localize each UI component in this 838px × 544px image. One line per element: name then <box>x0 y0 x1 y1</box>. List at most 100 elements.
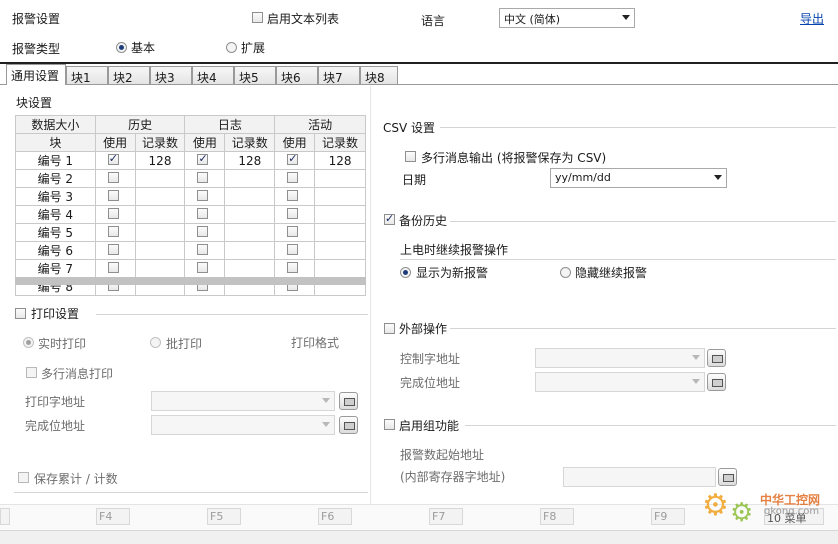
print-realtime-radio[interactable] <box>23 337 34 348</box>
history-records-cell[interactable] <box>134 223 186 242</box>
date-format-select[interactable]: yy/mm/dd <box>550 168 727 188</box>
control-addr-picker-button[interactable] <box>707 349 726 367</box>
print-done-addr-select[interactable] <box>151 415 335 435</box>
table-scrollbar[interactable] <box>15 277 366 285</box>
log-use-checkbox[interactable] <box>197 262 209 273</box>
history-records-cell[interactable] <box>134 187 186 206</box>
tab-block7[interactable]: 块7 <box>318 66 360 85</box>
active-records-cell[interactable]: 128 <box>314 151 366 170</box>
print-multiline-label: 多行消息打印 <box>41 367 114 381</box>
active-records-cell[interactable] <box>314 205 366 224</box>
fkey-f5[interactable]: F5 <box>207 508 241 525</box>
history-use-checkbox[interactable] <box>107 244 119 255</box>
active-use-checkbox[interactable] <box>287 152 299 165</box>
log-use-checkbox[interactable] <box>197 190 209 201</box>
log-use-checkbox[interactable] <box>197 208 209 219</box>
enable-group-checkbox[interactable] <box>384 419 395 430</box>
print-addr-select[interactable] <box>151 391 335 411</box>
log-records-cell[interactable] <box>224 223 276 242</box>
history-use-checkbox[interactable] <box>107 190 119 201</box>
log-use-checkbox-cell <box>184 241 226 260</box>
history-use-checkbox[interactable] <box>107 172 119 183</box>
fkey-f8[interactable]: F8 <box>540 508 574 525</box>
active-use-checkbox[interactable] <box>287 226 299 237</box>
tab-block1[interactable]: 块1 <box>66 66 108 85</box>
active-records-cell[interactable] <box>314 187 366 206</box>
fkey-f6[interactable]: F6 <box>318 508 352 525</box>
enable-text-list-checkbox[interactable] <box>252 12 263 23</box>
col-active: 活动 <box>274 115 366 134</box>
tab-block8[interactable]: 块8 <box>360 66 398 85</box>
log-records-cell[interactable] <box>224 259 276 278</box>
log-records-cell[interactable] <box>224 187 276 206</box>
log-use-checkbox[interactable] <box>197 152 209 165</box>
active-use-checkbox[interactable] <box>287 172 299 183</box>
history-records-cell[interactable] <box>134 259 186 278</box>
show-new-alarm-radio[interactable] <box>400 267 411 278</box>
log-use-checkbox[interactable] <box>197 244 209 255</box>
history-use-checkbox-cell <box>94 187 136 206</box>
active-records-cell[interactable] <box>314 169 366 188</box>
history-use-checkbox-cell <box>94 259 136 278</box>
col-history-records: 记录数 <box>134 133 186 152</box>
external-operation-title: 外部操作 <box>399 322 448 336</box>
log-use-checkbox[interactable] <box>197 226 209 237</box>
tab-block4[interactable]: 块4 <box>192 66 234 85</box>
print-addr-picker-button[interactable] <box>339 392 358 410</box>
history-use-checkbox[interactable] <box>107 262 119 273</box>
log-records-cell[interactable] <box>224 205 276 224</box>
enable-group-title: 启用组功能 <box>399 419 460 433</box>
fkey-f7[interactable]: F7 <box>429 508 463 525</box>
backup-history-checkbox[interactable] <box>384 212 395 225</box>
tab-general[interactable]: 通用设置 <box>6 64 66 85</box>
enable-text-list-label: 启用文本列表 <box>267 12 340 26</box>
history-use-checkbox-cell <box>94 205 136 224</box>
history-use-checkbox[interactable] <box>107 208 119 219</box>
print-batch-radio[interactable] <box>150 337 161 348</box>
active-records-cell[interactable] <box>314 259 366 278</box>
show-new-alarm-label: 显示为新报警 <box>416 266 489 280</box>
print-settings-checkbox[interactable] <box>15 308 26 319</box>
print-multiline-checkbox[interactable] <box>26 367 37 378</box>
export-link[interactable]: 导出 <box>800 10 824 27</box>
active-records-cell[interactable] <box>314 241 366 260</box>
external-operation-checkbox[interactable] <box>384 323 395 334</box>
external-done-addr-select[interactable] <box>535 372 705 392</box>
history-records-cell[interactable] <box>134 241 186 260</box>
tab-block6[interactable]: 块6 <box>276 66 318 85</box>
log-use-checkbox-cell <box>184 259 226 278</box>
log-records-cell[interactable]: 128 <box>224 151 276 170</box>
history-use-checkbox[interactable] <box>107 152 119 165</box>
history-use-checkbox[interactable] <box>107 226 119 237</box>
save-count-checkbox[interactable] <box>18 472 29 483</box>
type-extended-radio[interactable] <box>226 42 237 53</box>
tab-block2[interactable]: 块2 <box>108 66 150 85</box>
type-basic-radio[interactable] <box>116 42 127 53</box>
alarm-start-addr-input[interactable] <box>563 467 716 487</box>
tab-block3[interactable]: 块3 <box>150 66 192 85</box>
csv-multiline-checkbox[interactable] <box>405 151 416 162</box>
type-extended-label: 扩展 <box>241 41 266 55</box>
control-addr-select[interactable] <box>535 348 705 368</box>
row-block-name: 编号 7 <box>15 259 96 278</box>
log-records-cell[interactable] <box>224 241 276 260</box>
history-records-cell[interactable] <box>134 205 186 224</box>
external-done-addr-picker-button[interactable] <box>707 373 726 391</box>
log-use-checkbox[interactable] <box>197 172 209 183</box>
log-records-cell[interactable] <box>224 169 276 188</box>
alarm-start-addr-picker-button[interactable] <box>718 468 737 486</box>
history-records-cell[interactable]: 128 <box>134 151 186 170</box>
fkey-f9[interactable]: F9 <box>651 508 685 525</box>
active-use-checkbox[interactable] <box>287 190 299 201</box>
language-select[interactable]: 中文 (简体) <box>499 8 635 28</box>
history-records-cell[interactable] <box>134 169 186 188</box>
active-records-cell[interactable] <box>314 223 366 242</box>
hide-continue-alarm-radio[interactable] <box>560 267 571 278</box>
print-done-addr-picker-button[interactable] <box>339 416 358 434</box>
row-block-name: 编号 6 <box>15 241 96 260</box>
active-use-checkbox[interactable] <box>287 244 299 255</box>
tab-block5[interactable]: 块5 <box>234 66 276 85</box>
fkey-f4[interactable]: F4 <box>96 508 130 525</box>
active-use-checkbox[interactable] <box>287 262 299 273</box>
active-use-checkbox[interactable] <box>287 208 299 219</box>
